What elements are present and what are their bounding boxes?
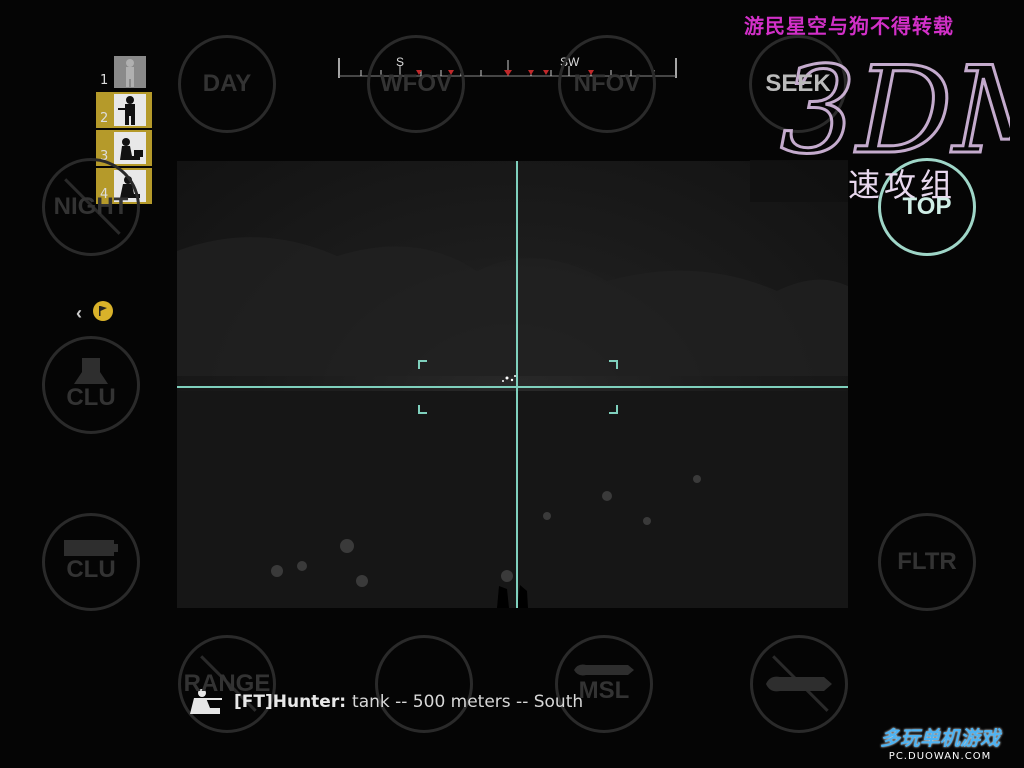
missile-icon (766, 676, 832, 692)
battery-icon (64, 540, 118, 556)
clu-button-1[interactable]: CLU (42, 336, 140, 434)
clu-label-1: CLU (66, 384, 116, 411)
missile-icon (574, 664, 634, 676)
fltr-button[interactable]: FLTR (878, 513, 976, 611)
night-label: NIGHT (53, 193, 129, 220)
night-button[interactable]: NIGHT (42, 158, 140, 256)
duowan-url: PC.DUOWAN.COM (888, 751, 992, 762)
squad-number: 1 (100, 73, 109, 88)
squad-number: 2 (100, 111, 109, 126)
squad-member-2[interactable]: 2 (96, 92, 152, 128)
top-label: TOP (902, 193, 952, 220)
wfov-label: WFOV (380, 70, 452, 97)
flag-icon[interactable] (93, 301, 113, 321)
clu-button-2[interactable]: CLU (42, 513, 140, 611)
3dm-logo: 3DM 速攻组 (750, 32, 1010, 204)
day-label: DAY (202, 70, 252, 97)
soldier-standing-icon (114, 56, 146, 88)
soldier-standing-icon (114, 94, 146, 126)
soldier-kneeling-icon (114, 132, 146, 164)
clu-label-2: CLU (66, 556, 116, 583)
empty-button[interactable] (375, 635, 473, 733)
seek-label: SEEK (765, 70, 831, 97)
reticle-vertical-line (516, 161, 518, 608)
range-label: RANGE (183, 670, 271, 697)
squad-member-1[interactable]: 1 (96, 54, 152, 90)
missile-disabled-button[interactable] (750, 635, 848, 733)
duowan-logo: 多玩单机游戏 PC.DUOWAN.COM (880, 722, 1000, 762)
reticle-bracket-bottom-left (418, 405, 427, 414)
nfov-label: NFOV (573, 70, 641, 97)
clu-mount-icon (74, 358, 108, 384)
reticle-bracket-top-right (609, 360, 618, 369)
day-button[interactable]: DAY (178, 35, 276, 133)
range-button[interactable]: RANGE (178, 635, 276, 733)
fltr-label: FLTR (897, 548, 957, 575)
scope-view (177, 161, 848, 608)
reticle-bracket-bottom-right (609, 405, 618, 414)
back-arrow-icon[interactable]: ‹ (76, 303, 82, 324)
duowan-title: 多玩单机游戏 (880, 726, 1000, 750)
chat-text: tank -- 500 meters -- South (352, 692, 584, 712)
terrain-silhouette (177, 237, 848, 608)
msl-label: MSL (578, 677, 630, 704)
msl-button[interactable]: MSL (555, 635, 653, 733)
wfov-button[interactable]: WFOV (367, 35, 465, 133)
nfov-button[interactable]: NFOV (558, 35, 656, 133)
reticle-bracket-top-left (418, 360, 427, 369)
reticle-horizontal-line (177, 386, 848, 388)
